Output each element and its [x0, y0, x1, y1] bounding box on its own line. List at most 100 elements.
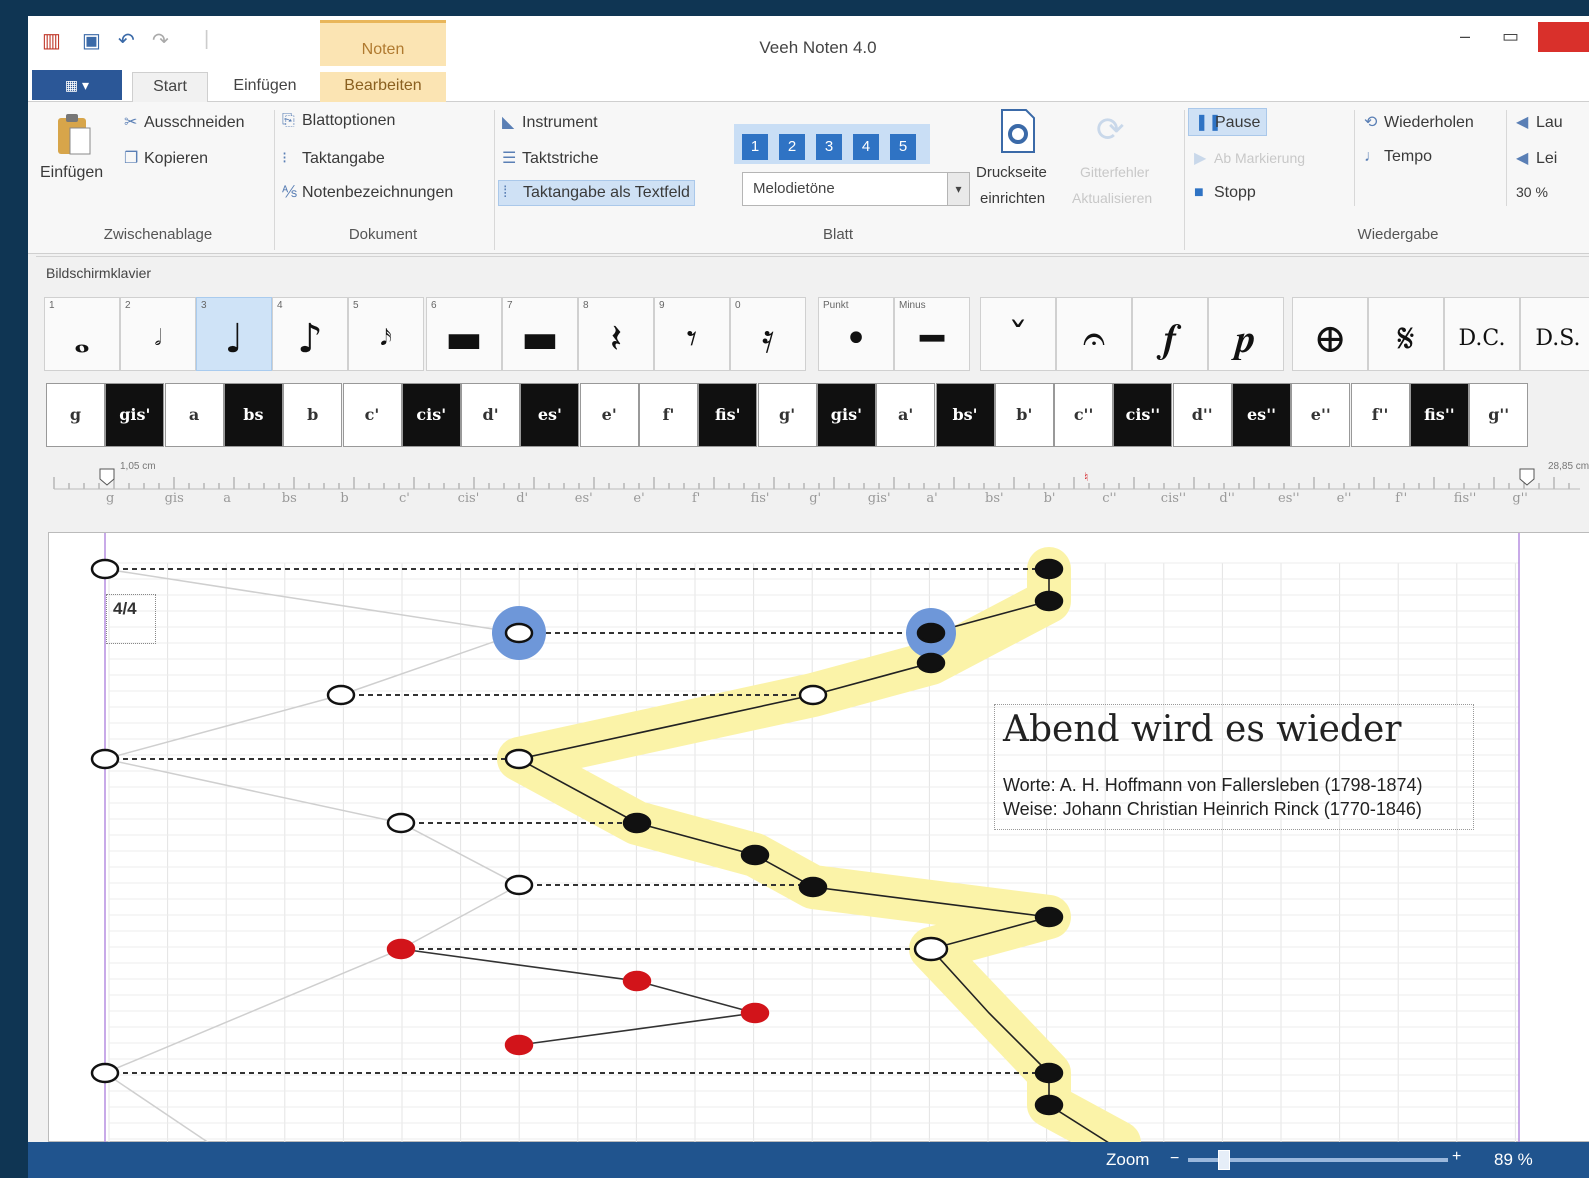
red-note[interactable] [386, 938, 416, 960]
note-button-15[interactable]: 𝆑 [1132, 297, 1208, 371]
note-button-8[interactable]: 8 𝄽 [578, 297, 654, 371]
zoom-slider-thumb[interactable] [1217, 1150, 1230, 1170]
open-note[interactable] [504, 748, 534, 770]
note-button-10[interactable]: 0 𝄿 [730, 297, 806, 371]
page-2-button[interactable]: 2 [779, 134, 805, 160]
song-title-box[interactable]: Abend wird es wieder Worte: A. H. Hoffma… [994, 704, 1474, 830]
piano-key[interactable]: cis'' [1113, 383, 1173, 447]
open-note[interactable] [326, 684, 356, 706]
tab-einfuegen[interactable]: Einfügen [222, 72, 308, 103]
piano-key[interactable]: e'' [1291, 383, 1351, 447]
piano-key[interactable]: fis' [698, 383, 758, 447]
note-button-11[interactable]: Punkt • [818, 297, 894, 371]
lauter-button[interactable]: ◀ Lau [1516, 112, 1563, 132]
piano-key[interactable]: b' [994, 383, 1054, 447]
piano-key[interactable]: d' [461, 383, 521, 447]
time-signature-textbox[interactable]: 4/4 [106, 594, 156, 644]
red-note[interactable] [504, 1034, 534, 1056]
copy-button[interactable]: ❐ Kopieren [124, 148, 208, 168]
open-note[interactable] [913, 936, 949, 962]
piano-key[interactable]: c'' [1054, 383, 1114, 447]
tempo-button[interactable]: ♩ Tempo [1364, 148, 1432, 166]
zoom-out-icon[interactable]: − [1170, 1150, 1179, 1168]
piano-key[interactable]: cis' [401, 383, 461, 447]
chevron-down-icon[interactable]: ▾ [947, 173, 969, 205]
filled-note[interactable] [798, 876, 828, 898]
tab-bearbeiten[interactable]: Bearbeiten [320, 72, 446, 103]
note-button-18[interactable]: 𝄋 [1368, 297, 1444, 371]
page-1-button[interactable]: 1 [742, 134, 768, 160]
file-menu-button[interactable]: ▦ ▾ [32, 70, 122, 100]
maximize-icon[interactable]: ▭ [1502, 26, 1519, 47]
druckseite-button[interactable]: Druckseite [976, 164, 1047, 181]
ab-markierung-button[interactable]: ▶ Ab Markierung [1194, 148, 1305, 168]
piano-key[interactable]: f' [639, 383, 698, 447]
piano-key[interactable]: a' [876, 383, 936, 447]
filled-note[interactable] [916, 652, 946, 674]
open-note[interactable] [90, 748, 120, 770]
note-button-7[interactable]: 7 ▬ [502, 297, 578, 371]
note-button-19[interactable]: D.C. [1444, 297, 1520, 371]
note-button-12[interactable]: Minus ━ [894, 297, 970, 371]
open-note[interactable] [504, 622, 534, 644]
taktstriche-button[interactable]: ☰ Taktstriche [502, 148, 598, 168]
filled-note[interactable] [1034, 558, 1064, 580]
note-button-13[interactable]: ˇ [980, 297, 1056, 371]
piano-key[interactable]: bs [223, 383, 283, 447]
piano-key[interactable]: b [283, 383, 343, 447]
blattoptionen-button[interactable]: ⎘ Blattoptionen [282, 112, 395, 130]
note-button-9[interactable]: 9 𝄾 [654, 297, 730, 371]
stopp-button[interactable]: ■ Stopp [1194, 184, 1256, 202]
taktangabe-button[interactable]: ⁝ Taktangabe [282, 148, 385, 168]
piano-key[interactable]: gis' [816, 383, 876, 447]
filled-note[interactable] [1034, 1094, 1064, 1116]
filled-note[interactable] [622, 812, 652, 834]
open-note[interactable] [90, 558, 120, 580]
piano-key[interactable]: e' [579, 383, 639, 447]
piano-key[interactable]: g [46, 383, 105, 447]
minimize-icon[interactable]: – [1460, 26, 1470, 47]
note-sheet[interactable] [48, 532, 1589, 1143]
instrument-button[interactable]: ◣ Instrument [502, 112, 598, 132]
filled-note[interactable] [740, 844, 770, 866]
pause-button[interactable]: ❚❚Pause [1188, 108, 1268, 136]
filled-note[interactable] [1034, 906, 1064, 928]
red-note[interactable] [622, 970, 652, 992]
note-button-5[interactable]: 5 𝅘𝅥𝅯 [348, 297, 424, 371]
note-button-17[interactable]: ⊕ [1292, 297, 1368, 371]
note-button-1[interactable]: 1 𝅝 [44, 297, 120, 371]
paste-button[interactable]: Einfügen [40, 164, 103, 182]
close-button[interactable] [1538, 22, 1589, 52]
page-4-button[interactable]: 4 [853, 134, 879, 160]
note-button-4[interactable]: 4 ♪ [272, 297, 348, 371]
undo-icon[interactable]: ↶ [118, 28, 135, 53]
note-button-20[interactable]: D.S. [1520, 297, 1589, 371]
page-3-button[interactable]: 3 [816, 134, 842, 160]
open-note[interactable] [504, 874, 534, 896]
piano-key[interactable]: g'' [1469, 383, 1529, 447]
open-note[interactable] [386, 812, 416, 834]
page-5-button[interactable]: 5 [890, 134, 916, 160]
piano-key[interactable]: fis'' [1409, 383, 1469, 447]
piano-key[interactable]: bs' [935, 383, 995, 447]
piano-key[interactable]: es' [520, 383, 580, 447]
redo-icon[interactable]: ↷ [152, 28, 169, 53]
note-button-16[interactable]: 𝆏 [1208, 297, 1284, 371]
red-note[interactable] [740, 1002, 770, 1024]
piano-key[interactable]: a [164, 383, 224, 447]
piano-key[interactable]: es'' [1232, 383, 1291, 447]
wiederholen-button[interactable]: ⟲ Wiederholen [1364, 112, 1474, 132]
tab-start[interactable]: Start [132, 72, 208, 103]
melodietoene-select[interactable]: Melodietöne ▾ [742, 172, 970, 206]
open-note[interactable] [798, 684, 828, 706]
zoom-slider[interactable] [1188, 1150, 1448, 1170]
note-button-3[interactable]: 3 ♩ [196, 297, 272, 371]
piano-key[interactable]: f'' [1350, 383, 1410, 447]
gitterfehler-button[interactable]: Gitterfehler [1080, 164, 1149, 180]
note-button-6[interactable]: 6 ▬ [426, 297, 502, 371]
notenbezeichnungen-button[interactable]: ⅍ Notenbezeichnungen [282, 184, 453, 202]
piano-key[interactable]: gis' [105, 383, 165, 447]
filled-note[interactable] [1034, 590, 1064, 612]
zoom-in-icon[interactable]: + [1452, 1148, 1461, 1166]
piano-key[interactable]: c' [342, 383, 402, 447]
